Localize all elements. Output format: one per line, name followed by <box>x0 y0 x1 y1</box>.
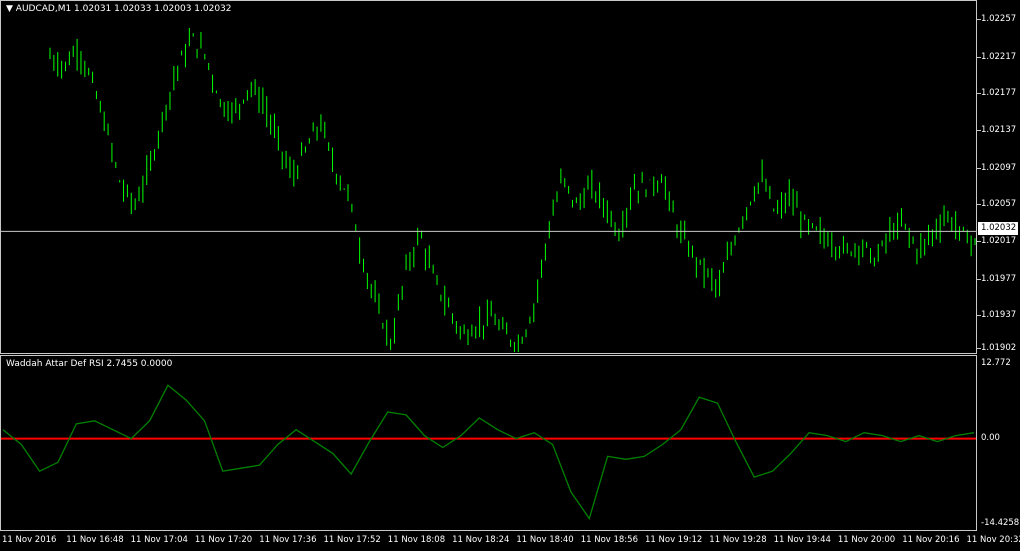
time-tick-label: 11 Nov 16:48 <box>66 535 124 545</box>
price-tick-mark <box>977 168 981 169</box>
time-tick-label: 11 Nov 20:00 <box>837 535 896 545</box>
symbol-title: ▼ AUDCAD,M1 1.02031 1.02033 1.02003 1.02… <box>6 4 232 14</box>
price-tick-label: 1.01902 <box>981 343 1017 353</box>
price-tick-label: 1.02257 <box>981 14 1017 24</box>
indicator-scale-max: 12.772 <box>981 358 1011 368</box>
price-tick-mark <box>977 315 981 316</box>
time-tick-label: 11 Nov 18:24 <box>452 535 510 545</box>
price-tick-label: 1.02217 <box>981 52 1017 62</box>
price-tick-mark <box>977 241 981 242</box>
price-tick-label: 1.01937 <box>981 310 1017 320</box>
price-tick-label: 1.02177 <box>981 88 1017 98</box>
indicator-scale-min: -14.4258 <box>981 518 1020 528</box>
price-tick-label: 1.02057 <box>981 199 1017 209</box>
time-tick-label: 11 Nov 18:40 <box>516 535 574 545</box>
price-tick-mark <box>977 93 981 94</box>
rsi-line <box>2 384 975 520</box>
chart-canvas[interactable] <box>0 0 1020 551</box>
time-tick-label: 11 Nov 18:56 <box>580 535 638 545</box>
price-tick-mark <box>977 130 981 131</box>
price-tick-mark <box>977 279 981 280</box>
time-tick-label: 11 Nov 20:16 <box>902 535 960 545</box>
time-tick-label: 11 Nov 19:12 <box>645 535 703 545</box>
price-tick-label: 1.02017 <box>981 236 1017 246</box>
price-tick-label: 1.02137 <box>981 125 1017 135</box>
price-tick-mark <box>977 348 981 349</box>
price-tick-label: 1.01977 <box>981 274 1017 284</box>
price-tick-mark <box>977 19 981 20</box>
time-tick-label: 11 Nov 17:36 <box>259 535 317 545</box>
time-tick-label: 11 Nov 2016 <box>2 535 57 545</box>
time-tick-label: 11 Nov 17:20 <box>194 535 253 545</box>
indicator-title: Waddah Attar Def RSI 2.7455 0.0000 <box>6 359 173 369</box>
triangle-down-icon[interactable]: ▼ <box>6 4 13 14</box>
time-tick-label: 11 Nov 19:28 <box>709 535 767 545</box>
time-tick-label: 11 Nov 18:08 <box>387 535 446 545</box>
bid-price-label: 1.02032 <box>978 222 1018 235</box>
price-tick-mark <box>977 57 981 58</box>
symbol-title-text: AUDCAD,M1 1.02031 1.02033 1.02003 1.0203… <box>15 4 232 14</box>
price-tick-mark <box>977 204 981 205</box>
indicator-scale-zero: 0.00 <box>981 433 1000 443</box>
time-tick-label: 11 Nov 19:44 <box>773 535 831 545</box>
time-tick-label: 11 Nov 17:52 <box>323 535 381 545</box>
time-tick-label: 11 Nov 17:04 <box>130 535 188 545</box>
time-tick-label: 11 Nov 20:32 <box>966 535 1020 545</box>
price-tick-label: 1.02097 <box>981 163 1017 173</box>
